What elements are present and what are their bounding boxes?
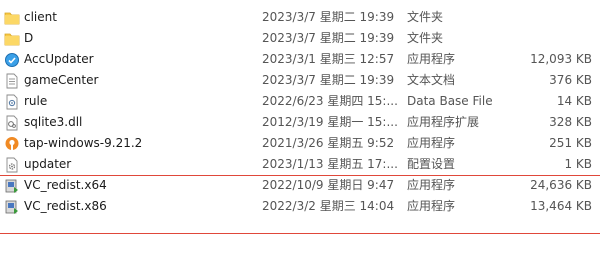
file-date: 2023/3/1 星期三 12:57	[262, 52, 395, 66]
file-name: tap-windows-9.21.2	[24, 136, 143, 150]
app-icon	[4, 52, 20, 68]
file-name: sqlite3.dll	[24, 115, 83, 129]
tap-installer-icon	[4, 136, 20, 152]
file-size: 376 KB	[549, 73, 592, 87]
file-type: 应用程序	[407, 199, 456, 213]
file-row-client[interactable]: client 2023/3/7 星期二 19:39 文件夹	[0, 7, 600, 28]
database-file-icon	[4, 94, 20, 110]
file-name: D	[24, 31, 34, 45]
file-row-vc-redist-x86[interactable]: VC_redist.x86 2022/3/2 星期三 14:04 应用程序 13…	[0, 196, 600, 217]
file-row-vc-redist-x64[interactable]: VC_redist.x64 2022/10/9 星期日 9:47 应用程序 24…	[0, 175, 600, 196]
file-row-tap-windows[interactable]: tap-windows-9.21.2 2021/3/26 星期五 9:52 应用…	[0, 133, 600, 154]
file-type: Data Base File	[407, 94, 493, 108]
file-row-sqlite3[interactable]: sqlite3.dll 2012/3/19 星期一 15:... 应用程序扩展 …	[0, 112, 600, 133]
file-row-gamecenter[interactable]: gameCenter 2023/3/7 星期二 19:39 文本文档 376 K…	[0, 70, 600, 91]
selection-separator-top	[0, 175, 600, 176]
file-type: 应用程序扩展	[407, 115, 480, 129]
file-date: 2023/3/7 星期二 19:39	[262, 10, 395, 24]
file-row-d[interactable]: D 2023/3/7 星期二 19:39 文件夹	[0, 28, 600, 49]
file-name: client	[24, 10, 57, 24]
file-size: 251 KB	[549, 136, 592, 150]
installer-icon	[4, 199, 20, 215]
file-name: VC_redist.x64	[24, 178, 107, 192]
file-type: 应用程序	[407, 52, 456, 66]
file-size: 328 KB	[549, 115, 592, 129]
config-file-icon	[4, 157, 20, 173]
file-row-updater[interactable]: updater 2023/1/13 星期五 17:... 配置设置 1 KB	[0, 154, 600, 175]
file-name: VC_redist.x86	[24, 199, 107, 213]
installer-icon	[4, 178, 20, 194]
file-date: 2023/1/13 星期五 17:...	[262, 157, 398, 171]
file-size: 14 KB	[556, 94, 592, 108]
file-date: 2021/3/26 星期五 9:52	[262, 136, 395, 150]
file-size: 13,464 KB	[530, 199, 592, 213]
file-size: 24,636 KB	[530, 178, 592, 192]
file-row-rule[interactable]: rule 2022/6/23 星期四 15:... Data Base File…	[0, 91, 600, 112]
file-name: gameCenter	[24, 73, 99, 87]
file-date: 2012/3/19 星期一 15:...	[262, 115, 398, 129]
file-date: 2022/6/23 星期四 15:...	[262, 94, 398, 108]
file-type: 文本文档	[407, 73, 456, 87]
file-type: 文件夹	[407, 10, 444, 24]
file-date: 2023/3/7 星期二 19:39	[262, 31, 395, 45]
file-type: 应用程序	[407, 178, 456, 192]
dll-file-icon	[4, 115, 20, 131]
text-file-icon	[4, 73, 20, 89]
file-date: 2022/3/2 星期三 14:04	[262, 199, 395, 213]
selection-separator-bottom	[0, 233, 600, 234]
file-name: updater	[24, 157, 72, 171]
file-name: AccUpdater	[24, 52, 94, 66]
folder-icon	[4, 10, 20, 26]
folder-icon	[4, 31, 20, 47]
file-date: 2023/3/7 星期二 19:39	[262, 73, 395, 87]
file-row-accupdater[interactable]: AccUpdater 2023/3/1 星期三 12:57 应用程序 12,09…	[0, 49, 600, 70]
file-date: 2022/10/9 星期日 9:47	[262, 178, 395, 192]
file-type: 应用程序	[407, 136, 456, 150]
file-type: 配置设置	[407, 157, 456, 171]
file-size: 12,093 KB	[530, 52, 592, 66]
file-type: 文件夹	[407, 31, 444, 45]
file-size: 1 KB	[564, 157, 592, 171]
file-name: rule	[24, 94, 48, 108]
file-list: client 2023/3/7 星期二 19:39 文件夹 D 2023/3/7…	[0, 7, 600, 217]
